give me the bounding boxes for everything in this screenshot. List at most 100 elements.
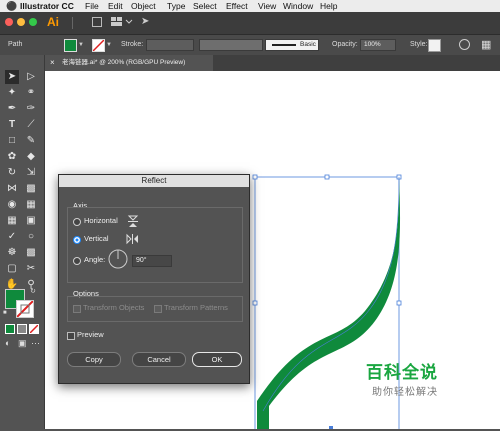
transform-patterns-checkbox[interactable]	[154, 305, 162, 313]
eyedropper-tool-icon[interactable]: ✓	[5, 230, 19, 244]
gradient-mode-icon[interactable]	[17, 324, 27, 334]
fill-color	[65, 40, 76, 51]
horizontal-radio[interactable]	[73, 218, 81, 226]
chevron-down-icon[interactable]: ▼	[78, 42, 84, 48]
rectangle-tool-icon[interactable]: □	[5, 134, 19, 148]
application-bar: Ai ➤	[0, 12, 500, 34]
stroke-color-box[interactable]	[16, 300, 34, 318]
angle-input[interactable]: 90°	[132, 255, 172, 267]
dialog-title: Reflect	[59, 175, 249, 187]
menu-file[interactable]: File	[85, 0, 99, 12]
vertical-label[interactable]: Vertical	[84, 234, 109, 244]
selection-handle	[324, 174, 330, 180]
horizontal-label[interactable]: Horizontal	[84, 216, 118, 226]
preview-label[interactable]: Preview	[77, 330, 104, 340]
apple-menu-icon[interactable]: ⚫	[6, 0, 17, 12]
menu-object[interactable]: Object	[131, 0, 156, 12]
stroke-weight-field[interactable]	[146, 39, 194, 51]
scale-tool-icon[interactable]: ⇲	[24, 166, 38, 180]
menu-select[interactable]: Select	[193, 0, 217, 12]
menu-effect[interactable]: Effect	[226, 0, 248, 12]
line-tool-icon[interactable]: ⟋	[24, 118, 38, 132]
menu-help[interactable]: Help	[320, 0, 337, 12]
close-window-button[interactable]	[5, 18, 13, 26]
artboard-tool-icon[interactable]: ▢	[5, 262, 19, 276]
transform-objects-label: Transform Objects	[83, 303, 145, 312]
chevron-down-icon[interactable]: ▼	[106, 42, 112, 48]
selection-tool-icon[interactable]: ➤	[5, 70, 19, 84]
watermark-title: 百科全说	[366, 363, 438, 383]
copy-button[interactable]: Copy	[67, 352, 121, 367]
horizontal-axis-icon	[127, 215, 139, 227]
blend-tool-icon[interactable]: ○	[24, 230, 38, 244]
opacity-label: Opacity:	[332, 41, 358, 48]
document-title: 老海链器.ai* @ 200% (RGB/GPU Preview)	[62, 59, 186, 66]
paintbrush-tool-icon[interactable]: ✿	[5, 150, 19, 164]
mesh-tool-icon[interactable]: ▦	[5, 214, 19, 228]
angle-radio[interactable]	[73, 257, 81, 265]
close-tab-icon[interactable]: ×	[50, 55, 55, 71]
menu-window[interactable]: Window	[283, 0, 313, 12]
cancel-button[interactable]: Cancel	[132, 352, 186, 367]
transform-patterns-label: Transform Patterns	[164, 303, 228, 312]
opacity-value: 100%	[364, 41, 381, 48]
align-icon[interactable]: ▦	[481, 38, 491, 51]
reflect-dialog: Reflect Axis Horizontal Vertical Angle: …	[58, 174, 250, 384]
brush-definition[interactable]: Basic	[265, 39, 319, 51]
stroke-swatch[interactable]	[92, 39, 105, 52]
rotate-tool-icon[interactable]: ↻	[5, 166, 19, 180]
menu-edit[interactable]: Edit	[108, 0, 123, 12]
menu-type[interactable]: Type	[167, 0, 185, 12]
document-tab[interactable]: × 老海链器.ai* @ 200% (RGB/GPU Preview)	[45, 55, 213, 71]
direct-selection-tool-icon[interactable]: ▷	[24, 70, 38, 84]
lasso-tool-icon[interactable]: ⚭	[24, 86, 38, 100]
shape-builder-tool-icon[interactable]: ◉	[5, 198, 19, 212]
selection-handle	[396, 300, 402, 306]
angle-value: 90°	[136, 257, 147, 264]
draw-mode-icon[interactable]: ◐	[5, 338, 10, 348]
minimize-window-button[interactable]	[17, 18, 25, 26]
selection-handle	[252, 300, 258, 306]
column-graph-tool-icon[interactable]: ▩	[24, 246, 38, 260]
magic-wand-tool-icon[interactable]: ✦	[5, 86, 19, 100]
style-label: Style:	[410, 41, 428, 48]
menu-view[interactable]: View	[258, 0, 276, 12]
edit-toolbar-icon[interactable]: ⋯	[31, 338, 40, 349]
default-fill-stroke-icon[interactable]: ■	[3, 310, 7, 316]
type-tool-icon[interactable]: T	[5, 118, 19, 132]
ok-button[interactable]: OK	[192, 352, 242, 367]
pencil-tool-icon[interactable]: ✎	[24, 134, 38, 148]
fill-swatch[interactable]	[64, 39, 77, 52]
variable-width-profile[interactable]	[199, 39, 263, 51]
zoom-window-button[interactable]	[29, 18, 37, 26]
menu-app-name[interactable]: Illustrator CC	[20, 0, 74, 12]
curvature-tool-icon[interactable]: ✑	[24, 102, 38, 116]
preview-checkbox[interactable]	[67, 332, 75, 340]
width-tool-icon[interactable]: ⋈	[5, 182, 19, 196]
gradient-tool-icon[interactable]: ▣	[24, 214, 38, 228]
color-mode-icon[interactable]	[5, 324, 15, 334]
menubar: ⚫ Illustrator CC File Edit Object Type S…	[0, 0, 500, 12]
free-transform-tool-icon[interactable]: ▩	[24, 182, 38, 196]
opacity-field[interactable]: 100%	[360, 39, 396, 51]
vertical-axis-icon	[126, 233, 138, 245]
none-mode-icon[interactable]	[29, 324, 39, 334]
control-bar: Path ▼ ▼ Stroke: Basic Opacity: 100% Sty…	[0, 34, 500, 56]
angle-dial[interactable]	[108, 249, 128, 269]
graphic-style-swatch[interactable]	[428, 39, 441, 52]
angle-label[interactable]: Angle:	[84, 255, 105, 265]
screen-mode-icon[interactable]: ▣	[18, 338, 27, 349]
recolor-artwork-icon[interactable]	[459, 39, 470, 50]
bridge-icon[interactable]	[92, 17, 102, 27]
pen-tool-icon[interactable]: ✒	[5, 102, 19, 116]
gpu-performance-icon[interactable]: ➤	[141, 17, 153, 27]
selection-handle	[252, 174, 258, 180]
swap-fill-stroke-icon[interactable]: ↻	[30, 287, 36, 295]
slice-tool-icon[interactable]: ✂	[24, 262, 38, 276]
symbol-sprayer-tool-icon[interactable]: ☸	[5, 246, 19, 260]
transform-objects-checkbox[interactable]	[73, 305, 81, 313]
eraser-tool-icon[interactable]: ◆	[24, 150, 38, 164]
vertical-radio[interactable]	[73, 236, 81, 244]
perspective-grid-tool-icon[interactable]: ▦	[24, 198, 38, 212]
arrange-documents-icon[interactable]	[111, 17, 133, 27]
